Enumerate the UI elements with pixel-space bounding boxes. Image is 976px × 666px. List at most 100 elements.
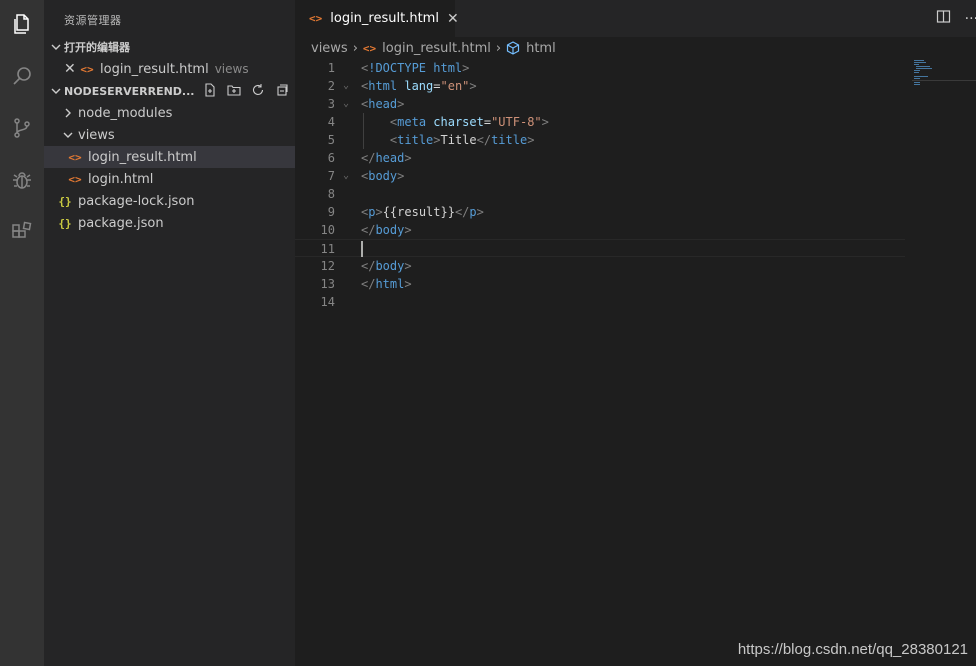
- code-token: >: [527, 133, 535, 147]
- folder-actions: [203, 80, 289, 102]
- code-text: </html>: [361, 275, 412, 293]
- breadcrumb-folder[interactable]: views: [311, 41, 348, 56]
- split-editor-icon[interactable]: [936, 9, 951, 28]
- line-number: 13: [320, 277, 335, 291]
- html-file-icon: <>: [80, 62, 94, 76]
- new-file-icon[interactable]: [203, 82, 217, 100]
- code-token: html: [375, 277, 405, 291]
- code-token: "UTF-8": [491, 115, 542, 129]
- code-token: </: [454, 205, 470, 219]
- collapse-all-icon[interactable]: [275, 83, 289, 100]
- code-line[interactable]: 11: [295, 239, 905, 257]
- tree-item-login-result[interactable]: <> login_result.html: [44, 146, 295, 168]
- line-number: 4: [327, 115, 335, 129]
- code-token: </: [361, 223, 376, 237]
- breadcrumb: views › <> login_result.html › html: [295, 37, 976, 59]
- code-token: >: [404, 277, 412, 291]
- fold-chevron-icon[interactable]: ⌄: [343, 77, 355, 95]
- code-token: >: [397, 97, 405, 111]
- tree-item-package[interactable]: {} package.json: [44, 212, 295, 234]
- code-line[interactable]: 10 </body>: [295, 221, 905, 239]
- open-editor-filename: login_result.html: [100, 61, 209, 77]
- minimap[interactable]: [912, 59, 976, 99]
- html-file-icon: <>: [362, 41, 377, 55]
- code-line[interactable]: 14: [295, 293, 905, 311]
- sidebar-title: 资源管理器: [64, 14, 122, 27]
- fold-chevron-icon[interactable]: ⌄: [343, 167, 355, 185]
- code-text: </body>: [361, 257, 412, 275]
- text-cursor: [361, 241, 363, 257]
- chevron-down-icon: [48, 83, 64, 99]
- line-number: 7: [327, 169, 335, 183]
- more-actions-icon[interactable]: ···: [965, 11, 976, 27]
- tree-item-label: login.html: [88, 171, 154, 187]
- debug-icon[interactable]: [6, 164, 38, 196]
- html-file-icon: <>: [68, 172, 82, 186]
- code-token: head: [368, 97, 398, 111]
- breadcrumb-symbol[interactable]: html: [526, 41, 556, 56]
- chevron-right-icon: ›: [352, 40, 358, 56]
- new-folder-icon[interactable]: [227, 83, 241, 100]
- line-number: 11: [320, 242, 335, 256]
- open-editor-item[interactable]: ✕ <> login_result.html views: [44, 58, 295, 80]
- search-icon[interactable]: [6, 60, 38, 92]
- line-number: 1: [327, 61, 335, 75]
- code-text: <head>: [361, 95, 404, 113]
- extensions-icon[interactable]: [6, 216, 38, 248]
- tree-item-node-modules[interactable]: node_modules: [44, 102, 295, 124]
- open-editors-header[interactable]: 打开的编辑器: [44, 36, 295, 58]
- code-token: lang: [404, 79, 434, 93]
- tree-item-label: login_result.html: [88, 149, 197, 165]
- code-token: body: [375, 259, 405, 273]
- activity-bar: [0, 0, 44, 666]
- code-line[interactable]: 13 </html>: [295, 275, 905, 293]
- line-number: 14: [320, 295, 335, 309]
- tree-item-package-lock[interactable]: {} package-lock.json: [44, 190, 295, 212]
- watermark: https://blog.csdn.net/qq_28380121: [737, 641, 968, 658]
- code-line[interactable]: 2 ⌄ <html lang="en">: [295, 77, 905, 95]
- code-line[interactable]: 1 <!DOCTYPE html>: [295, 59, 905, 77]
- code-token: >: [433, 133, 441, 147]
- code-line[interactable]: 3 ⌄ <head>: [295, 95, 905, 113]
- tree-item-label: views: [78, 127, 115, 143]
- json-file-icon: {}: [58, 194, 72, 208]
- code-token: title: [397, 133, 434, 147]
- chevron-right-icon: [60, 105, 76, 121]
- close-icon[interactable]: ✕: [64, 61, 80, 77]
- tab-login-result[interactable]: <> login_result.html ✕: [295, 0, 459, 37]
- chevron-right-icon: ›: [495, 40, 502, 56]
- close-icon[interactable]: ✕: [447, 11, 459, 27]
- code-line[interactable]: 9 <p>{{result}}</p>: [295, 203, 905, 221]
- fold-chevron-icon[interactable]: ⌄: [343, 95, 355, 113]
- code-token: Title: [440, 133, 477, 147]
- tree-item-login[interactable]: <> login.html: [44, 168, 295, 190]
- chevron-down-icon: [48, 39, 64, 55]
- line-number: 5: [327, 133, 335, 147]
- code-line[interactable]: 6 </head>: [295, 149, 905, 167]
- symbol-icon: [506, 41, 520, 55]
- code-token: body: [375, 223, 405, 237]
- refresh-icon[interactable]: [251, 83, 265, 100]
- code-editor[interactable]: 1 <!DOCTYPE html> 2 ⌄ <html lang="en"> 3 ⌄ <hea…: [295, 59, 976, 666]
- explorer-sidebar: 资源管理器 打开的编辑器 ✕ <> login_result.html view…: [44, 0, 295, 666]
- code-text: </body>: [361, 221, 412, 239]
- source-control-icon[interactable]: [6, 112, 38, 144]
- code-text: <title>Title</title>: [361, 131, 535, 149]
- tab-label: login_result.html: [330, 11, 439, 26]
- code-line[interactable]: 12 </body>: [295, 257, 905, 275]
- code-token: html: [368, 79, 405, 93]
- code-line[interactable]: 5 <title>Title</title>: [295, 131, 905, 149]
- open-editor-folder: views: [214, 62, 249, 76]
- explorer-icon[interactable]: [6, 8, 38, 40]
- breadcrumb-file[interactable]: login_result.html: [382, 41, 491, 56]
- code-line[interactable]: 4 <meta charset="UTF-8">: [295, 113, 905, 131]
- indent-guide: [363, 113, 364, 149]
- code-line[interactable]: 8: [295, 185, 905, 203]
- code-token: >: [541, 115, 549, 129]
- html-file-icon: <>: [309, 12, 323, 25]
- tree-item-views[interactable]: views: [44, 124, 295, 146]
- code-line[interactable]: 7 ⌄ <body>: [295, 167, 905, 185]
- code-token: head: [375, 151, 405, 165]
- folder-header[interactable]: NODESERVERREND...: [44, 80, 295, 102]
